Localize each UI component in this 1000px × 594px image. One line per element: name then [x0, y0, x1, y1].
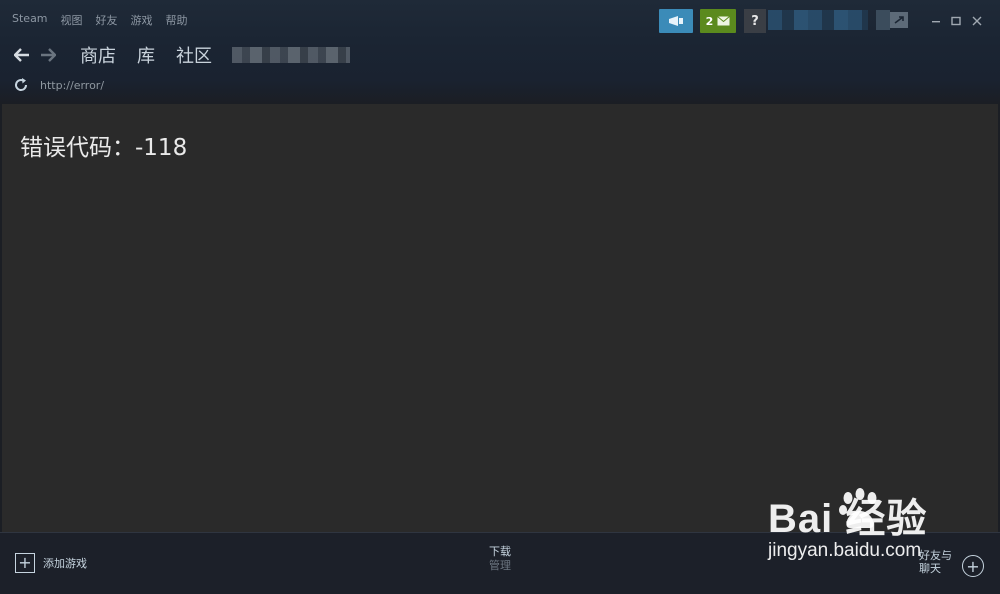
steam-window: Steam 视图 好友 游戏 帮助 2 ? 商店 库 社区 http://err… [0, 0, 1000, 594]
navigation-bar: 商店 库 社区 [10, 42, 350, 68]
back-button[interactable] [10, 44, 34, 66]
maximize-icon [951, 16, 961, 26]
menu-friends[interactable]: 好友 [96, 12, 118, 28]
big-picture-icon [894, 16, 904, 24]
browser-content: 错误代码：-118 [2, 104, 998, 532]
avatar[interactable] [876, 10, 890, 30]
minimize-button[interactable] [927, 12, 945, 30]
nav-store[interactable]: 商店 [80, 42, 116, 68]
nav-links: 商店 库 社区 [80, 42, 212, 68]
maximize-button[interactable] [947, 12, 965, 30]
menu-view[interactable]: 视图 [61, 12, 83, 28]
address-url: http://error/ [40, 78, 105, 92]
nav-username-blurred[interactable] [232, 47, 350, 63]
announcements-button[interactable] [659, 9, 693, 33]
menu-steam[interactable]: Steam [12, 12, 48, 28]
close-icon [972, 16, 982, 26]
downloads-button[interactable]: 下载 管理 [0, 545, 1000, 573]
big-picture-button[interactable] [890, 12, 908, 28]
friends-chat-button[interactable]: 好友与 聊天 [919, 549, 952, 575]
friends-label-line2: 聊天 [919, 562, 941, 575]
account-name-blurred[interactable] [768, 10, 868, 30]
nav-library[interactable]: 库 [137, 42, 155, 68]
minimize-icon [932, 21, 940, 23]
friends-label-line1: 好友与 [919, 549, 952, 562]
nav-community[interactable]: 社区 [176, 42, 212, 68]
notification-count: 2 [705, 14, 714, 28]
reload-button[interactable] [12, 76, 30, 94]
error-message: 错误代码：-118 [20, 135, 188, 161]
notifications-button[interactable]: 2 [700, 9, 736, 33]
menu-help[interactable]: 帮助 [166, 12, 188, 28]
menu-bar: Steam 视图 好友 游戏 帮助 [12, 12, 188, 28]
envelope-icon [717, 16, 731, 26]
forward-button[interactable] [36, 44, 60, 66]
add-friend-icon[interactable]: + [962, 555, 984, 577]
arrow-left-icon [14, 48, 29, 62]
arrow-right-icon [41, 48, 56, 62]
downloads-subtitle: 管理 [489, 559, 511, 572]
megaphone-icon [669, 16, 683, 26]
close-button[interactable] [968, 12, 986, 30]
bottom-bar: + 添加游戏 下载 管理 好友与 聊天 + [0, 532, 1000, 594]
reload-icon [15, 78, 28, 91]
help-button[interactable]: ? [744, 9, 766, 33]
address-row: http://error/ [12, 76, 104, 94]
menu-games[interactable]: 游戏 [131, 12, 153, 28]
downloads-title: 下载 [489, 545, 511, 558]
